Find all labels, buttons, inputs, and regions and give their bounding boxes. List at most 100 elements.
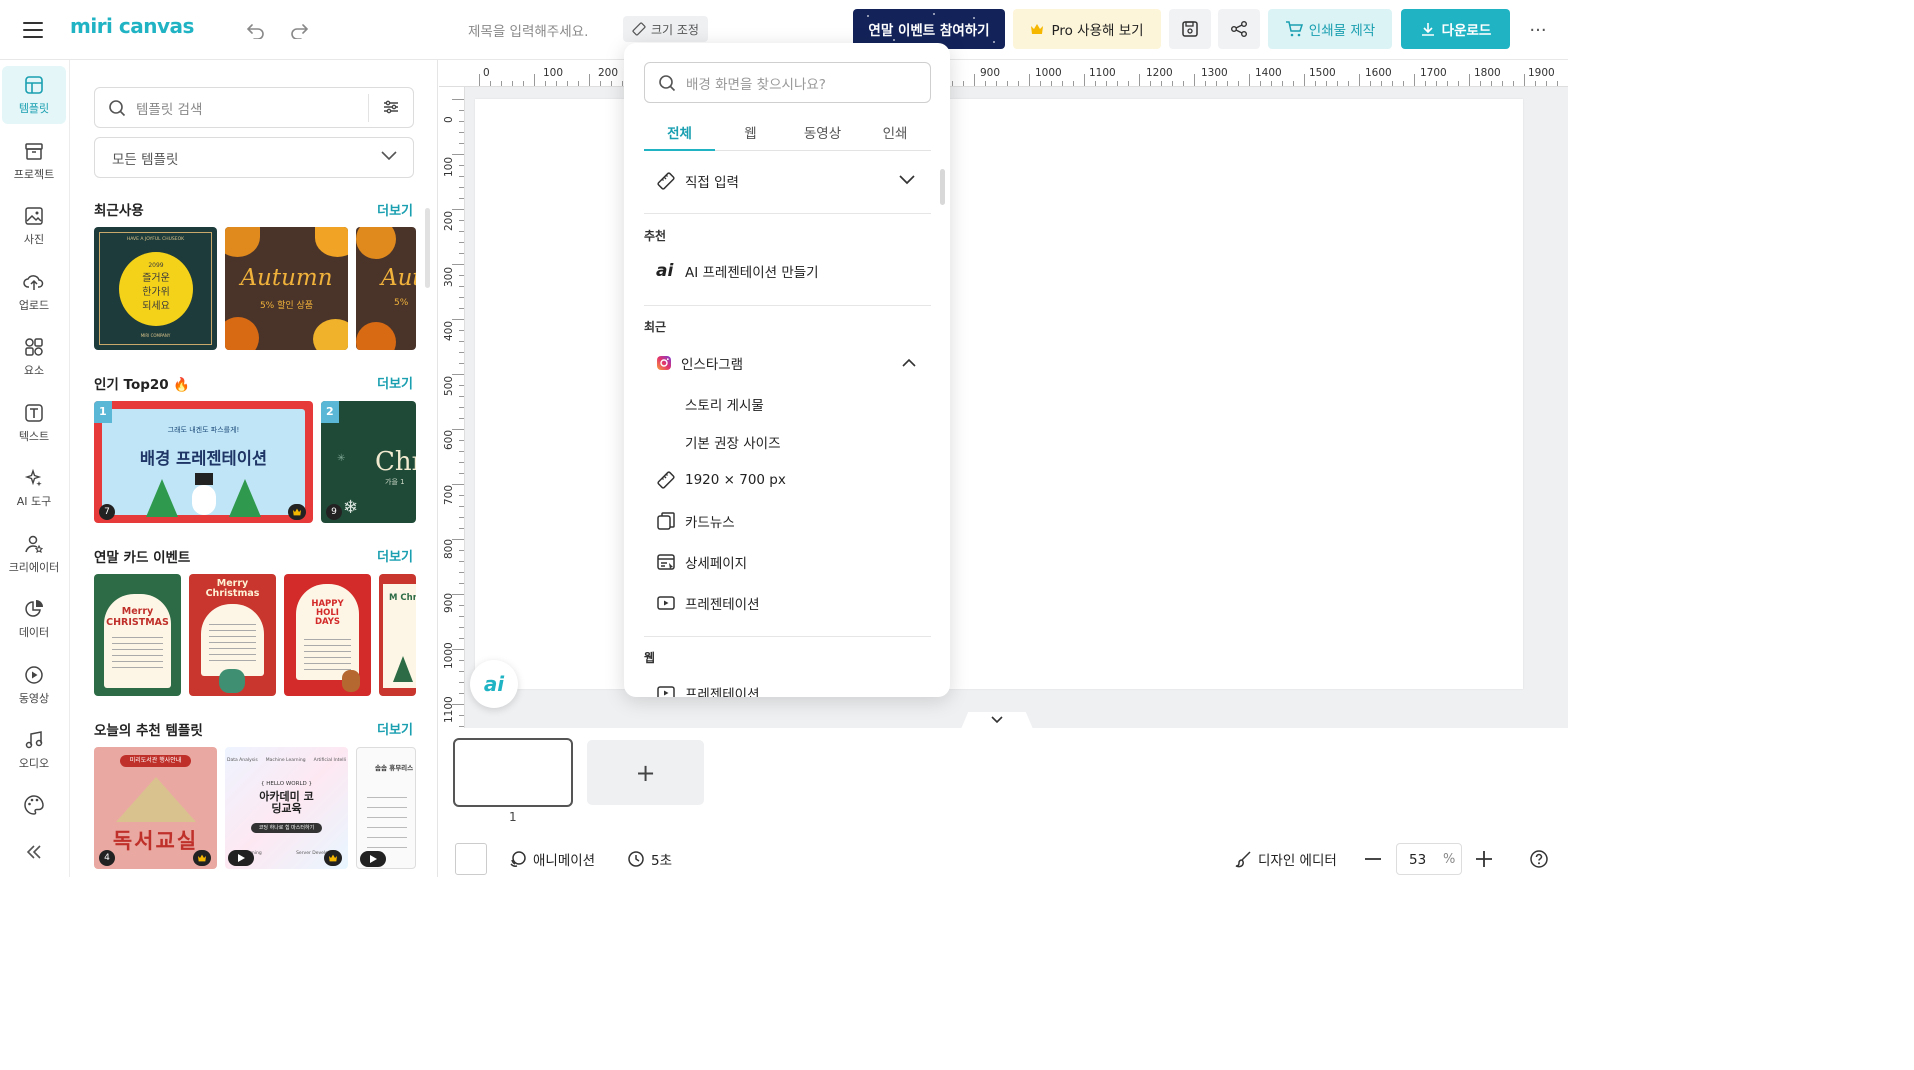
more-link-today[interactable]: 더보기: [377, 719, 413, 738]
web-presentation-row[interactable]: 프레젠테이션: [656, 683, 760, 697]
ruler-tick: [459, 506, 464, 507]
custom-size-row[interactable]: 1920 × 700 px: [656, 470, 786, 490]
page-thumbnail[interactable]: [453, 738, 573, 807]
ruler-tick: [459, 473, 464, 474]
thumb-text: Autumn: [240, 265, 333, 291]
collapse-pages-tab[interactable]: [961, 712, 1033, 729]
ruler-tick: [459, 297, 464, 298]
more-link-top20[interactable]: 더보기: [377, 373, 413, 392]
animation-label: 애니메이션: [533, 853, 596, 869]
rail-item-text[interactable]: 텍스트: [2, 394, 66, 452]
rail-item-data[interactable]: 데이터: [2, 590, 66, 648]
zoom-input[interactable]: 53 %: [1396, 843, 1462, 875]
hamburger-menu-icon[interactable]: [20, 18, 46, 42]
ruler-tick: [459, 253, 464, 254]
rail-label: 텍스트: [18, 429, 50, 443]
ai-presentation-row[interactable]: ai AI 프레젠테이션 만들기: [656, 261, 819, 281]
tab-print[interactable]: 인쇄: [859, 122, 931, 152]
template-thumb[interactable]: 2 Chr 가을 1 ❄ ✳ 9: [321, 401, 416, 523]
rail-item-ai-tools[interactable]: AI 도구: [2, 459, 66, 517]
ruler-tick: [1128, 81, 1129, 86]
ruler-tick: [459, 275, 464, 276]
rail-item-elements[interactable]: 요소: [2, 328, 66, 386]
panel-scrollbar[interactable]: [425, 208, 430, 288]
rail-item-upload[interactable]: 업로드: [2, 263, 66, 321]
ruler-tick: [459, 341, 464, 342]
tab-web[interactable]: 웹: [715, 122, 786, 152]
tab-all[interactable]: 전체: [644, 122, 715, 152]
more-link-recent[interactable]: 더보기: [377, 200, 413, 219]
ruler-tick: [1304, 74, 1305, 86]
share-icon[interactable]: [1218, 9, 1260, 49]
basic-size-option[interactable]: 기본 권장 사이즈: [685, 432, 781, 452]
rail-item-photo[interactable]: 사진: [2, 197, 66, 255]
template-thumb[interactable]: 솜솜 휴무리스: [356, 747, 416, 869]
presentation-icon: [656, 683, 676, 697]
presentation-row[interactable]: 프레젠테이션: [656, 593, 760, 613]
template-thumb[interactable]: Autumn 5% 할인 상품: [225, 227, 348, 350]
rail-item-template[interactable]: 템플릿: [2, 66, 66, 124]
template-thumb[interactable]: HAPPY HOLI DAYS: [284, 574, 371, 696]
zoom-out-icon[interactable]: [1363, 849, 1383, 869]
template-thumb[interactable]: HAVE A JOYFUL CHUSEOK 2099 즐거운 한가위 되세요 MIR…: [94, 227, 217, 350]
print-order-button[interactable]: 인쇄물 제작: [1268, 9, 1392, 49]
dropdown-scrollbar[interactable]: [940, 169, 945, 205]
chevron-down-icon[interactable]: [899, 175, 915, 185]
template-category-select[interactable]: 모든 템플릿: [94, 137, 414, 178]
tab-video[interactable]: 동영상: [786, 122, 859, 152]
pro-trial-button[interactable]: Pro 사용해 보기: [1013, 9, 1161, 49]
template-thumb[interactable]: 1 그래도 내겐도 파스를게! 배경 프레젠테이션 7: [94, 401, 313, 523]
undo-icon[interactable]: [244, 18, 268, 42]
help-icon[interactable]: [1529, 849, 1549, 869]
resize-button[interactable]: 크기 조정: [623, 16, 708, 42]
cardnews-row[interactable]: 카드뉴스: [656, 511, 735, 531]
background-color-swatch[interactable]: [455, 843, 487, 875]
template-thumb[interactable]: Aut 5%: [356, 227, 416, 350]
chevron-up-icon[interactable]: [902, 358, 916, 367]
zoom-in-icon[interactable]: [1474, 849, 1494, 869]
collapse-panel-icon[interactable]: [2, 823, 66, 881]
ruler-tick: [556, 81, 557, 86]
rail-item-audio[interactable]: 오디오: [2, 721, 66, 779]
ruler-tick: [996, 81, 997, 86]
template-thumb[interactable]: M Chr: [379, 574, 416, 696]
redo-icon[interactable]: [287, 18, 311, 42]
ruler-tick: [1480, 81, 1481, 86]
template-thumb[interactable]: Merry CHRISTMAS: [94, 574, 181, 696]
save-icon[interactable]: [1169, 9, 1211, 49]
rail-item-video[interactable]: 동영상: [2, 656, 66, 714]
animation-button[interactable]: 애니메이션: [509, 849, 595, 869]
template-thumb[interactable]: Merry Christmas: [189, 574, 276, 696]
design-editor-button[interactable]: 디자인 에디터: [1234, 849, 1337, 869]
more-options-icon[interactable]: ···: [1524, 18, 1552, 42]
template-thumb[interactable]: 미리도서관 행사안내 독서교실 4: [94, 747, 217, 869]
size-search-input[interactable]: 배경 화면을 찾으시나요?: [644, 62, 931, 103]
template-thumb[interactable]: Data Analysis Machine Learning Artificial …: [225, 747, 348, 869]
recent-heading: 최근: [644, 320, 667, 334]
creator-icon: [24, 534, 44, 554]
ruler-tick: [1348, 81, 1349, 86]
document-title-input[interactable]: 제목을 입력해주세요.: [468, 20, 588, 40]
rail-item-project[interactable]: 프로젝트: [2, 132, 66, 190]
download-label: 다운로드: [1441, 23, 1492, 39]
ruler-tick: [1425, 81, 1426, 86]
more-link-cards[interactable]: 더보기: [377, 546, 413, 565]
ai-assistant-button[interactable]: ai: [470, 660, 518, 708]
instagram-row[interactable]: 인스타그램: [656, 353, 743, 373]
template-search-input[interactable]: 템플릿 검색: [94, 87, 414, 128]
play-icon: [360, 851, 386, 867]
story-post-option[interactable]: 스토리 게시물: [685, 394, 764, 414]
thumb-text: Chr: [375, 447, 416, 477]
custom-input-row[interactable]: 직접 입력: [656, 171, 739, 191]
download-button[interactable]: 다운로드: [1401, 9, 1510, 49]
add-page-button[interactable]: +: [587, 740, 704, 805]
filter-icon[interactable]: [383, 99, 399, 115]
detail-page-row[interactable]: 상세페이지: [656, 552, 747, 572]
crown-icon: [1030, 23, 1044, 35]
thumb-tag: Data Analysis: [227, 758, 258, 763]
crown-icon: [324, 850, 342, 866]
logo[interactable]: miri canvas: [70, 14, 194, 38]
thumb-line: 즐거운: [142, 273, 170, 284]
duration-button[interactable]: 5초: [627, 849, 672, 869]
rail-item-creator[interactable]: 크리에이터: [2, 525, 66, 583]
